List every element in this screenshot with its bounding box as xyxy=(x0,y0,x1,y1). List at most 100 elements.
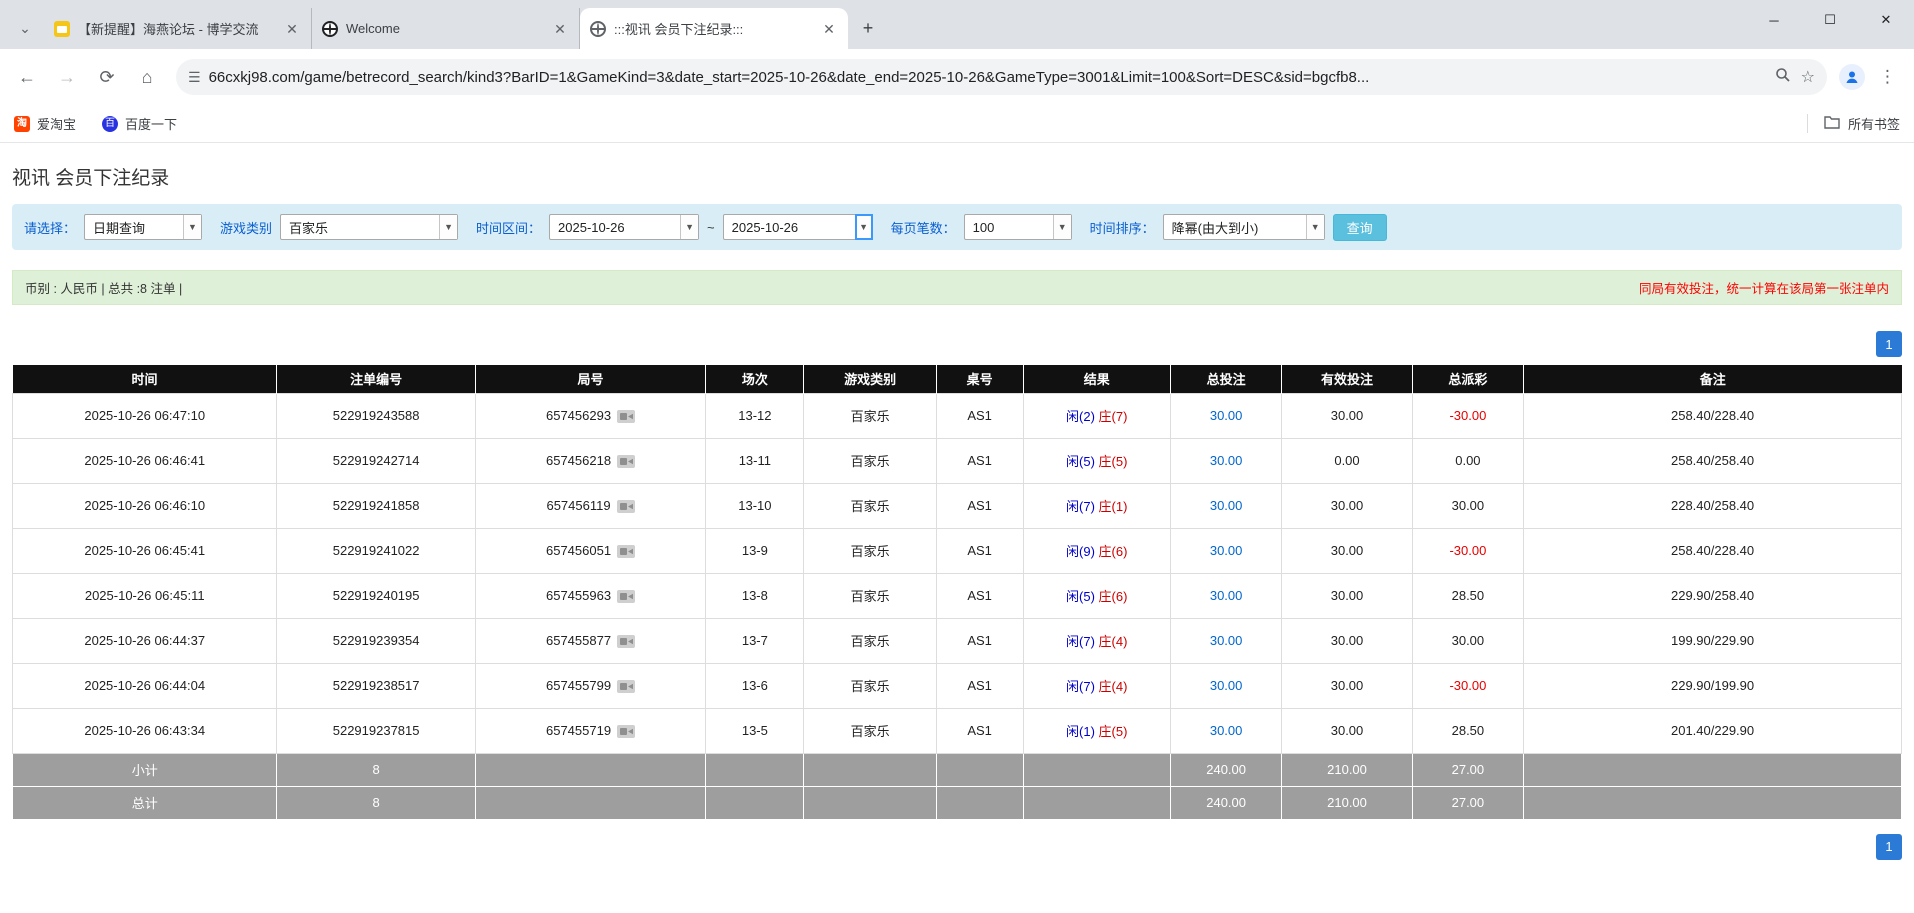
cell-payout: 28.50 xyxy=(1412,573,1523,618)
column-header: 局号 xyxy=(475,365,705,393)
all-bookmarks[interactable]: 所有书签 xyxy=(1807,114,1900,133)
address-bar[interactable]: ☰ 66cxkj98.com/game/betrecord_search/kin… xyxy=(176,59,1827,95)
cell-bet-id: 522919240195 xyxy=(277,573,475,618)
replay-video-icon[interactable] xyxy=(617,635,635,648)
bookmark-star-icon[interactable]: ☆ xyxy=(1801,67,1815,87)
page-1-button[interactable]: 1 xyxy=(1876,834,1902,860)
replay-video-icon[interactable] xyxy=(617,590,635,603)
cell-result: 闲(9) 庄(6) xyxy=(1023,528,1170,573)
replay-video-icon[interactable] xyxy=(617,410,635,423)
bookmark-baidu[interactable]: 百 百度一下 xyxy=(102,114,177,133)
page-title: 视讯 会员下注纪录 xyxy=(12,163,1902,190)
cell-result: 闲(2) 庄(7) xyxy=(1023,393,1170,438)
cell-total-bet[interactable]: 30.00 xyxy=(1170,663,1281,708)
replay-video-icon[interactable] xyxy=(617,545,635,558)
profile-avatar[interactable] xyxy=(1839,64,1865,90)
cell-total-bet[interactable]: 30.00 xyxy=(1170,618,1281,663)
bookmark-taobao[interactable]: 淘 爱淘宝 xyxy=(14,114,76,133)
query-type-select[interactable]: 日期查询 ▼ xyxy=(84,214,202,240)
tab-strip: ⌄ 【新提醒】海燕论坛 - 博学交流 ✕ Welcome ✕ :::视讯 会员下… xyxy=(0,0,1914,49)
tab-close-icon[interactable]: ✕ xyxy=(820,20,838,38)
replay-video-icon[interactable] xyxy=(617,500,635,513)
cell-valid-bet: 0.00 xyxy=(1282,438,1412,483)
sum-value xyxy=(936,786,1023,819)
search-button[interactable]: 查询 xyxy=(1333,214,1387,241)
chevron-down-icon: ▼ xyxy=(1306,215,1324,239)
cell-total-bet[interactable]: 30.00 xyxy=(1170,528,1281,573)
date-range-label: 时间区间： xyxy=(476,218,541,237)
baidu-icon: 百 xyxy=(102,116,118,132)
game-type-select[interactable]: 百家乐 ▼ xyxy=(280,214,458,240)
sum-value: 27.00 xyxy=(1412,753,1523,786)
browser-chrome: ⌄ 【新提醒】海燕论坛 - 博学交流 ✕ Welcome ✕ :::视讯 会员下… xyxy=(0,0,1914,143)
cell-result: 闲(1) 庄(5) xyxy=(1023,708,1170,753)
cell-table-no: AS1 xyxy=(936,708,1023,753)
home-icon[interactable]: ⌂ xyxy=(130,60,164,94)
cell-session: 13-5 xyxy=(706,708,804,753)
new-tab-button[interactable]: + xyxy=(854,14,882,42)
site-info-icon[interactable]: ☰ xyxy=(188,69,199,86)
cell-table-no: AS1 xyxy=(936,438,1023,483)
sum-value xyxy=(1524,753,1902,786)
cell-total-bet[interactable]: 30.00 xyxy=(1170,708,1281,753)
cell-table-no: AS1 xyxy=(936,663,1023,708)
tab-bet-records[interactable]: :::视讯 会员下注纪录::: ✕ xyxy=(580,8,848,49)
subtotal-row: 小计8240.00210.0027.00 xyxy=(13,753,1902,786)
maximize-button[interactable]: ☐ xyxy=(1802,0,1858,40)
forward-icon[interactable]: → xyxy=(50,60,84,94)
replay-video-icon[interactable] xyxy=(617,680,635,693)
back-icon[interactable]: ← xyxy=(10,60,44,94)
cell-bet-id: 522919242714 xyxy=(277,438,475,483)
column-header: 总投注 xyxy=(1170,365,1281,393)
cell-round-id: 657455877 xyxy=(475,618,705,663)
select-type-label: 请选择： xyxy=(24,218,76,237)
replay-video-icon[interactable] xyxy=(617,455,635,468)
cell-game-type: 百家乐 xyxy=(804,528,936,573)
page-1-button[interactable]: 1 xyxy=(1876,331,1902,357)
date-end-select[interactable]: 2025-10-26 ▼ xyxy=(723,214,873,240)
replay-video-icon[interactable] xyxy=(617,725,635,738)
tab-close-icon[interactable]: ✕ xyxy=(551,20,569,38)
per-page-select[interactable]: 100 ▼ xyxy=(964,214,1072,240)
cell-table-no: AS1 xyxy=(936,393,1023,438)
column-header: 场次 xyxy=(706,365,804,393)
cell-payout: 28.50 xyxy=(1412,708,1523,753)
navigation-bar: ← → ⟳ ⌂ ☰ 66cxkj98.com/game/betrecord_se… xyxy=(0,49,1914,105)
cell-table-no: AS1 xyxy=(936,528,1023,573)
pagination-bottom: 1 xyxy=(12,834,1902,860)
cell-result: 闲(7) 庄(1) xyxy=(1023,483,1170,528)
browser-menu-icon[interactable]: ⋮ xyxy=(1871,67,1904,87)
cell-time: 2025-10-26 06:46:41 xyxy=(13,438,277,483)
cell-result: 闲(5) 庄(5) xyxy=(1023,438,1170,483)
sum-value xyxy=(1023,753,1170,786)
cell-total-bet[interactable]: 30.00 xyxy=(1170,393,1281,438)
tab-forum[interactable]: 【新提醒】海燕论坛 - 博学交流 ✕ xyxy=(44,8,312,49)
url-text[interactable]: 66cxkj98.com/game/betrecord_search/kind3… xyxy=(209,69,1765,86)
tab-welcome[interactable]: Welcome ✕ xyxy=(312,8,580,49)
reload-icon[interactable]: ⟳ xyxy=(90,60,124,94)
chevron-down-icon: ▼ xyxy=(439,215,457,239)
date-range-tilde: ~ xyxy=(707,220,715,235)
table-row: 2025-10-26 06:43:34522919237815657455719… xyxy=(13,708,1902,753)
filter-bar: 请选择： 日期查询 ▼ 游戏类别 百家乐 ▼ 时间区间： 2025-10-26 … xyxy=(12,204,1902,250)
bet-table-body: 2025-10-26 06:47:10522919243588657456293… xyxy=(13,393,1902,819)
bet-records-table: 时间注单编号局号场次游戏类别桌号结果总投注有效投注总派彩备注 2025-10-2… xyxy=(12,365,1902,820)
cell-payout: 30.00 xyxy=(1412,483,1523,528)
cell-total-bet[interactable]: 30.00 xyxy=(1170,438,1281,483)
date-start-select[interactable]: 2025-10-26 ▼ xyxy=(549,214,699,240)
column-header: 桌号 xyxy=(936,365,1023,393)
cell-time: 2025-10-26 06:44:04 xyxy=(13,663,277,708)
cell-total-bet[interactable]: 30.00 xyxy=(1170,483,1281,528)
sum-value xyxy=(804,753,936,786)
tab-close-icon[interactable]: ✕ xyxy=(283,20,301,38)
window-controls: ─ ☐ ✕ xyxy=(1746,0,1914,40)
tab-search-icon[interactable]: ⌄ xyxy=(8,11,42,45)
cell-total-bet[interactable]: 30.00 xyxy=(1170,573,1281,618)
close-button[interactable]: ✕ xyxy=(1858,0,1914,40)
sum-value xyxy=(475,753,705,786)
cell-remark: 258.40/258.40 xyxy=(1524,438,1902,483)
sort-select[interactable]: 降幂(由大到小) ▼ xyxy=(1163,214,1325,240)
cell-payout: 30.00 xyxy=(1412,618,1523,663)
minimize-button[interactable]: ─ xyxy=(1746,0,1802,40)
zoom-icon[interactable] xyxy=(1775,67,1791,88)
